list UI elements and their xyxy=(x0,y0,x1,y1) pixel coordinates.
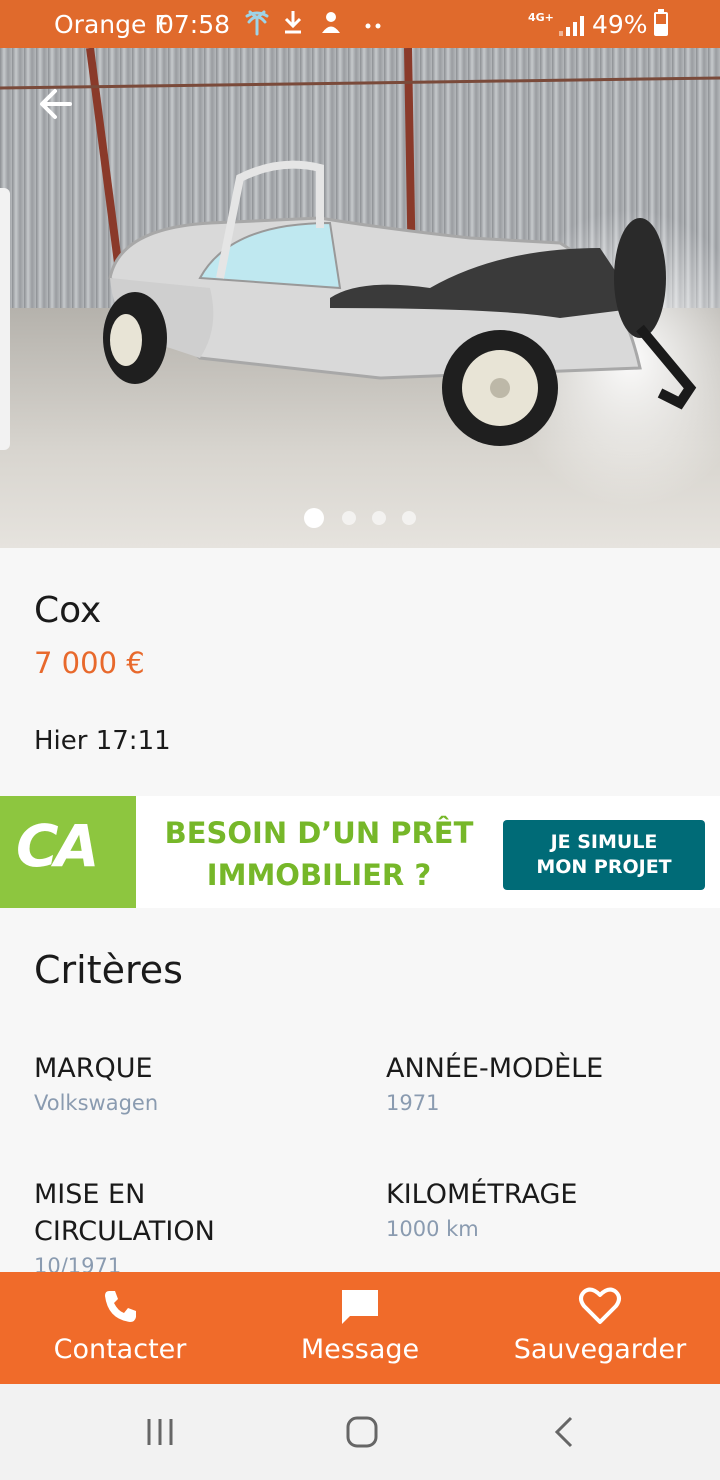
signal-icon xyxy=(558,14,584,43)
system-nav-bar xyxy=(0,1384,720,1480)
listing-title: Cox xyxy=(34,590,102,631)
battery-icon xyxy=(654,9,668,36)
ad-headline-line1: BESOIN D’UN PRÊT xyxy=(164,816,474,850)
ad-banner[interactable]: CA BESOIN D’UN PRÊT IMMOBILIER ? JE SIMU… xyxy=(0,796,720,908)
status-bar: Orange F 07:58 4G+ 49% xyxy=(0,0,720,48)
listing-header: Cox 7 000 € Hier 17:11 xyxy=(0,548,720,796)
criterion-value: 1971 xyxy=(386,1091,440,1115)
car-photo xyxy=(0,48,720,446)
listing-price: 7 000 € xyxy=(34,646,145,680)
more-dots-icon xyxy=(364,12,384,40)
criterion-model-year: ANNÉE-MODÈLE 1971 xyxy=(386,1050,686,1119)
network-type: 4G+ xyxy=(528,11,554,24)
listing-date: Hier 17:11 xyxy=(34,726,171,756)
recent-apps-button[interactable] xyxy=(136,1408,184,1456)
criteria-title: Critères xyxy=(34,948,183,992)
criterion-label: ANNÉE-MODÈLE xyxy=(386,1053,604,1084)
criterion-label: MARQUE xyxy=(34,1053,153,1084)
gallery-dot xyxy=(372,511,386,525)
criteria-section: Critères MARQUE Volkswagen ANNÉE-MODÈLE … xyxy=(0,908,720,1272)
back-nav-icon xyxy=(554,1416,573,1448)
phone-icon xyxy=(105,1291,136,1322)
save-button[interactable]: Sauvegarder xyxy=(480,1272,720,1384)
criterion-value: 1000 km xyxy=(386,1217,479,1241)
message-label: Message xyxy=(300,1334,420,1365)
heart-icon xyxy=(579,1287,621,1324)
action-bar: Contacter Message Sauvegarder xyxy=(0,1272,720,1384)
drawer-handle[interactable] xyxy=(0,188,10,450)
ad-cta-button[interactable]: JE SIMULE MON PROJET xyxy=(503,820,705,890)
ad-logo-text: CA xyxy=(16,812,99,880)
gallery-dot xyxy=(342,511,356,525)
home-icon xyxy=(346,1416,378,1448)
contact-button[interactable]: Contacter xyxy=(0,1272,240,1384)
ad-headline: BESOIN D’UN PRÊT IMMOBILIER ? xyxy=(146,812,492,896)
save-label: Sauvegarder xyxy=(513,1334,687,1365)
home-button[interactable] xyxy=(338,1408,386,1456)
ad-cta-line1: JE SIMULE xyxy=(550,831,658,853)
notification-icon xyxy=(318,8,344,42)
battery-percent: 49% xyxy=(592,10,648,39)
carrier-name: Orange F xyxy=(54,10,169,39)
recent-apps-icon xyxy=(147,1419,173,1445)
ad-headline-line2: IMMOBILIER ? xyxy=(206,858,432,892)
contact-label: Contacter xyxy=(53,1334,187,1365)
ad-cta-line2: MON PROJET xyxy=(536,856,672,878)
palm-tree-icon xyxy=(244,8,270,42)
message-icon xyxy=(342,1290,378,1324)
criterion-value: Volkswagen xyxy=(34,1091,159,1115)
download-icon xyxy=(282,8,304,42)
criterion-brand: MARQUE Volkswagen xyxy=(34,1050,334,1119)
arrow-back-icon xyxy=(40,89,72,119)
gallery-indicator xyxy=(0,508,720,528)
message-button[interactable]: Message xyxy=(240,1272,480,1384)
criterion-mileage: KILOMÉTRAGE 1000 km xyxy=(386,1176,686,1245)
gallery-dot xyxy=(402,511,416,525)
back-nav-button[interactable] xyxy=(540,1408,588,1456)
criterion-label: MISE EN CIRCULATION xyxy=(34,1179,215,1247)
back-button[interactable] xyxy=(30,78,82,130)
gallery-dot xyxy=(304,508,324,528)
criterion-registration: MISE EN CIRCULATION 10/1971 xyxy=(34,1176,254,1272)
criterion-label: KILOMÉTRAGE xyxy=(386,1179,578,1210)
photo-gallery[interactable] xyxy=(0,48,720,548)
criterion-value: 10/1971 xyxy=(34,1254,122,1272)
ad-logo: CA xyxy=(0,796,136,908)
clock: 07:58 xyxy=(158,10,231,39)
